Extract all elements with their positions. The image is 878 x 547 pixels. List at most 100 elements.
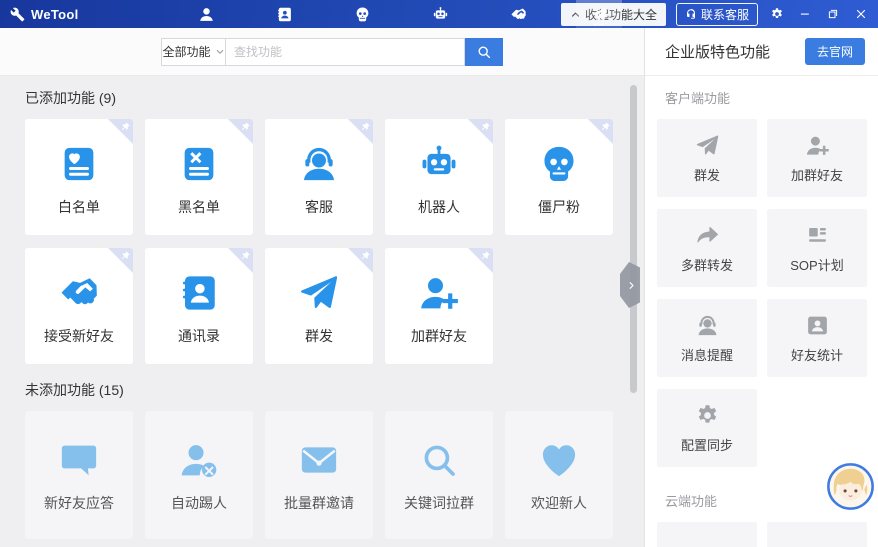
feature-label: 接受新好友 <box>44 328 114 344</box>
feature-card-zombie-fans[interactable]: 僵尸粉 <box>505 119 613 235</box>
headset-icon <box>685 8 697 20</box>
feature-card-whitelist[interactable]: 白名单 <box>25 119 133 235</box>
feature-label: 客服 <box>305 199 333 215</box>
feature-label: 僵尸粉 <box>538 199 580 215</box>
feature-card-mass-send[interactable]: 群发 <box>265 248 373 364</box>
pin-icon <box>480 121 491 132</box>
pin-icon <box>360 121 371 132</box>
feature-card-accept-friends[interactable]: 接受新好友 <box>25 248 133 364</box>
go-website-button[interactable]: 去官网 <box>804 38 865 65</box>
titlebar: WeTool ••• 收起功能大全 联系客服 <box>0 0 878 29</box>
search-filter-dropdown[interactable]: 全部功能 <box>161 37 225 66</box>
sidebar-card-mass-send[interactable]: 群发 <box>657 119 757 197</box>
sidebar-card-multi-forward[interactable]: 多群转发 <box>657 209 757 287</box>
contact-support-button[interactable]: 联系客服 <box>675 2 758 26</box>
zombie-fans-icon[interactable] <box>342 0 382 28</box>
feature-card-keyword-group[interactable]: 关键词拉群 <box>385 411 493 539</box>
sidebar-card-config-sync[interactable]: 配置同步 <box>657 389 757 467</box>
feature-label: 欢迎新人 <box>531 495 587 511</box>
added-cards-grid: 白名单 黑名单 客服 机器人 僵尸粉 接受新好友 通讯录 群发 加群好友 <box>25 119 615 364</box>
blacklist-doc-x-icon <box>178 143 220 185</box>
sidebar-card-label: 消息提醒 <box>680 347 733 363</box>
feature-card-new-friend-reply[interactable]: 新好友应答 <box>25 411 133 539</box>
pin-icon <box>240 121 251 132</box>
paper-plane-icon-active[interactable]: ••• <box>576 0 622 29</box>
sop-layout-icon <box>805 223 830 248</box>
pin-icon <box>120 121 131 132</box>
sidebar-card-label: 多群转发 <box>680 257 733 273</box>
paper-plane-icon <box>695 133 720 158</box>
handshake-icon <box>58 272 100 314</box>
magnifier-icon <box>418 439 460 481</box>
search-filter-value: 全部功能 <box>162 45 211 59</box>
search-input[interactable] <box>225 37 465 66</box>
handshake-icon[interactable] <box>498 0 538 28</box>
feature-card-batch-invite[interactable]: 批量群邀请 <box>265 411 373 539</box>
app-logo: WeTool <box>10 7 79 22</box>
not-added-cards-grid: 新好友应答 自动踢人 批量群邀请 关键词拉群 欢迎新人 <box>25 411 615 539</box>
close-button[interactable] <box>852 5 870 23</box>
add-person-icon <box>418 272 460 314</box>
feature-label: 白名单 <box>58 199 100 215</box>
main-panel: 全部功能 已添加功能 (9) 白名单 黑名单 <box>0 28 644 547</box>
settings-icon <box>770 7 784 21</box>
feature-label: 关键词拉群 <box>404 495 474 511</box>
friend-stats-card-icon <box>805 313 830 338</box>
zombie-skull-icon <box>538 143 580 185</box>
sidebar-card-label: 好友统计 <box>790 347 843 363</box>
sidebar-card-sop-plan[interactable]: SOP计划 <box>767 209 867 287</box>
forward-arrow-icon <box>695 223 720 248</box>
main-scrollbar[interactable] <box>630 85 637 393</box>
enterprise-sidebar: 企业版特色功能 去官网 客户端功能 群发 加群好友 多群转发 SOP计划 消息提… <box>644 28 878 547</box>
sidebar-card-friend-stats[interactable]: 好友统计 <box>767 299 867 377</box>
sidebar-card-albums[interactable] <box>767 522 867 547</box>
sidebar-card-label: 群发 <box>693 167 720 183</box>
search-band: 全部功能 <box>0 28 644 76</box>
minimize-button[interactable] <box>796 5 814 23</box>
sidebar-card-label: SOP计划 <box>790 257 844 273</box>
add-person-icon <box>805 133 830 158</box>
minimize-icon <box>798 7 812 21</box>
feature-label: 新好友应答 <box>44 495 114 511</box>
client-cards-grid: 群发 加群好友 多群转发 SOP计划 消息提醒 好友统计 配置同步 <box>645 119 867 467</box>
feature-card-blacklist[interactable]: 黑名单 <box>145 119 253 235</box>
pin-icon <box>240 250 251 261</box>
feature-label: 加群好友 <box>411 328 467 344</box>
settings-button[interactable] <box>768 5 786 23</box>
not-added-section-title: 未添加功能 (15) <box>25 382 124 398</box>
added-section-title: 已添加功能 (9) <box>25 90 116 106</box>
feature-card-add-group-friends[interactable]: 加群好友 <box>385 248 493 364</box>
maximize-button[interactable] <box>824 5 842 23</box>
search-icon <box>476 44 492 60</box>
remove-person-icon <box>178 439 220 481</box>
user-avatar[interactable] <box>827 463 874 510</box>
search-button[interactable] <box>465 37 503 66</box>
feature-card-customer-service[interactable]: 客服 <box>265 119 373 235</box>
pin-icon <box>120 250 131 261</box>
pin-icon <box>480 250 491 261</box>
feature-label: 黑名单 <box>178 199 220 215</box>
heart-icon <box>538 439 580 481</box>
robot-icon[interactable] <box>420 0 460 28</box>
anime-girl-avatar <box>827 463 874 510</box>
sidebar-title: 企业版特色功能 <box>665 44 771 61</box>
client-section-label: 客户端功能 <box>665 91 731 106</box>
feature-label: 机器人 <box>418 199 460 215</box>
chat-bubble-icon <box>58 439 100 481</box>
feature-card-auto-kick[interactable]: 自动踢人 <box>145 411 253 539</box>
envelope-icon <box>298 439 340 481</box>
feature-card-welcome-new[interactable]: 欢迎新人 <box>505 411 613 539</box>
feature-label: 自动踢人 <box>171 495 227 511</box>
sidebar-card-cloud[interactable] <box>657 522 757 547</box>
customer-service-icon[interactable] <box>186 0 226 28</box>
sidebar-card-message-alert[interactable]: 消息提醒 <box>657 299 757 377</box>
sidebar-card-label: 配置同步 <box>680 437 733 453</box>
sidebar-card-add-group-friends[interactable]: 加群好友 <box>767 119 867 197</box>
address-book-icon[interactable] <box>264 0 304 28</box>
feature-card-contacts[interactable]: 通讯录 <box>145 248 253 364</box>
titlebar-nav: ••• <box>186 0 622 29</box>
feature-card-robot[interactable]: 机器人 <box>385 119 493 235</box>
contact-support-label: 联系客服 <box>700 7 749 22</box>
maximize-icon <box>826 7 840 21</box>
customer-service-headset-icon <box>298 143 340 185</box>
